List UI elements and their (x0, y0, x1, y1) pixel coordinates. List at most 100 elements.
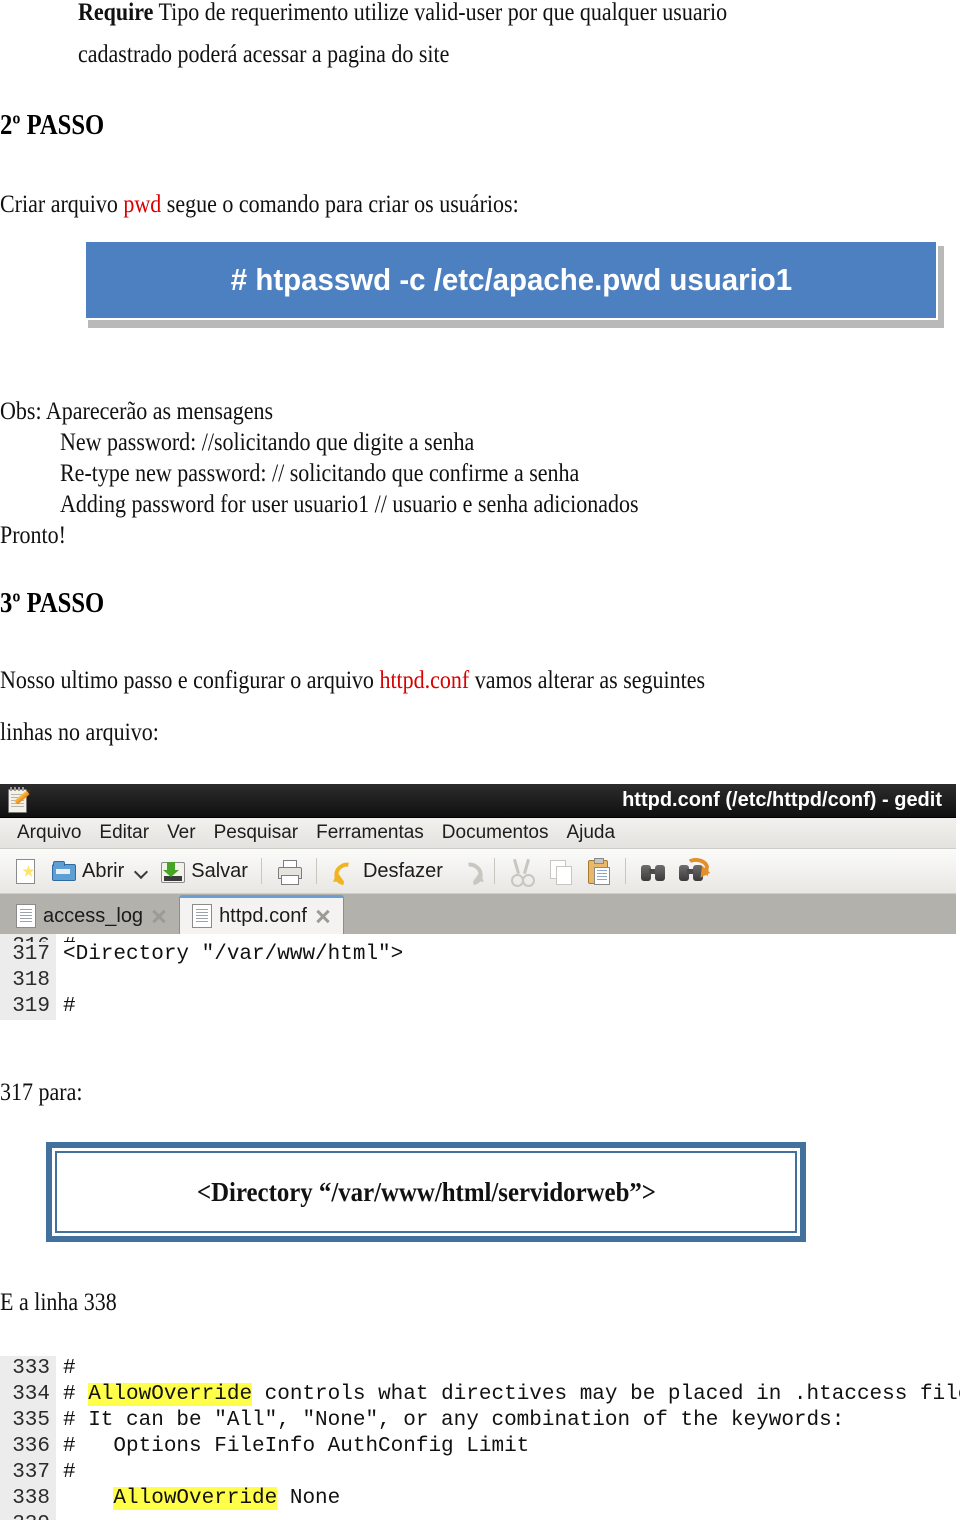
redo-button[interactable] (448, 851, 488, 891)
open-button[interactable]: Abrir (44, 851, 129, 891)
toolbar-separator (493, 858, 495, 884)
highlighted-keyword: AllowOverride (113, 1487, 278, 1510)
tab-httpd-conf[interactable]: httpd.conf (179, 895, 344, 934)
binoculars-icon (639, 857, 667, 885)
tab-access-log-label: access_log (43, 904, 144, 927)
highlighted-keyword: AllowOverride (88, 1383, 253, 1406)
criar-prefix: Criar arquivo (0, 191, 124, 218)
command-text: # htpasswd -c /etc/apache.pwd usuario1 (230, 262, 792, 297)
line-number: 335 (0, 1408, 56, 1434)
pwd-highlight: pwd (123, 191, 162, 218)
menu-pesquisar[interactable]: Pesquisar (205, 822, 308, 844)
command-banner: # htpasswd -c /etc/apache.pwd usuario1 (84, 240, 944, 328)
menu-editar[interactable]: Editar (90, 822, 158, 844)
line-number: 339 (0, 1512, 56, 1520)
replace-button[interactable] (672, 851, 711, 891)
scissors-icon (508, 857, 536, 887)
line-text: <Directory "/var/www/html"> (63, 943, 404, 966)
obs-line-2: New password: //solicitando que digite a… (60, 429, 475, 456)
menu-ajuda[interactable]: Ajuda (557, 822, 624, 844)
close-icon[interactable] (150, 908, 167, 925)
menu-documentos[interactable]: Documentos (433, 822, 558, 844)
close-icon[interactable] (314, 908, 331, 925)
tab-httpd-conf-label: httpd.conf (219, 904, 307, 927)
line-pre: # (63, 1461, 76, 1484)
command-banner-box: # htpasswd -c /etc/apache.pwd usuario1 (84, 240, 938, 320)
menu-arquivo[interactable]: Arquivo (8, 822, 90, 844)
code-line: 339 (0, 1512, 960, 1520)
nosso-prefix: Nosso ultimo passo e configurar o arquiv… (0, 667, 380, 694)
line-text: # (63, 995, 76, 1018)
paragraph-criar-arquivo: Criar arquivo pwd segue o comando para c… (0, 192, 589, 217)
gedit-title-bar: httpd.conf (/etc/httpd/conf) - gedit (0, 784, 956, 818)
paragraph-317-para: 317 para: (0, 1079, 83, 1106)
toolbar-separator (624, 858, 626, 884)
require-keyword: Require (78, 0, 154, 26)
code-line: 337 # (0, 1460, 960, 1486)
paragraph-e-a-linha: E a linha 338 (0, 1289, 117, 1316)
print-button[interactable] (270, 851, 308, 891)
tab-access-log[interactable]: access_log (4, 898, 179, 934)
save-disk-icon (158, 857, 186, 885)
paragraph-linhas-no-arquivo: linhas no arquivo: (0, 719, 159, 746)
document-page: Require Tipo de requerimento utilize val… (0, 0, 960, 1533)
find-button[interactable] (634, 851, 672, 891)
paragraph-require-line2: cadastrado poderá acessar a pagina do si… (78, 41, 450, 68)
code-line: 335 # It can be "All", "None", or any co… (0, 1408, 960, 1434)
new-document-button[interactable] (6, 851, 44, 891)
code-line: 333 # (0, 1356, 960, 1382)
heading-step-2: 2º PASSO (0, 110, 105, 141)
line-number: 318 (0, 968, 56, 994)
code-line: 334 # AllowOverride controls what direct… (0, 1382, 960, 1408)
undo-button-label: Desfazer (362, 859, 443, 882)
document-icon (192, 904, 213, 928)
obs-line-4: Adding password for user usuario1 // usu… (60, 491, 639, 518)
editor-line: 318 (0, 968, 956, 994)
httpd-conf-code-block: 333 # 334 # AllowOverride controls what … (0, 1356, 960, 1533)
line-post: None (277, 1487, 341, 1510)
redo-arrow-icon (453, 857, 488, 890)
directory-callout-box: <Directory “/var/www/html/servidorweb”> (46, 1142, 806, 1242)
editor-line: 317 <Directory "/var/www/html"> (0, 942, 956, 968)
gedit-editor-area[interactable]: 316# 317 <Directory "/var/www/html"> 318… (0, 934, 956, 1034)
copy-pages-icon (546, 857, 574, 885)
line-number: 317 (0, 942, 56, 968)
editor-line-partial: 316# (0, 934, 956, 942)
line-number: 334 (0, 1382, 56, 1408)
line-pre: # Options FileInfo AuthConfig Limit (63, 1435, 530, 1458)
line-number: 319 (0, 994, 56, 1020)
line-pre (63, 1487, 113, 1510)
nosso-suffix: vamos alterar as seguintes (469, 667, 706, 694)
save-button[interactable]: Salvar (153, 851, 253, 891)
gedit-tab-bar: access_log httpd.conf (0, 894, 956, 934)
criar-suffix: segue o comando para criar os usuários: (161, 191, 519, 218)
undo-button[interactable]: Desfazer (325, 851, 448, 891)
editor-line: 319 # (0, 994, 956, 1020)
open-folder-icon (49, 857, 77, 885)
binoculars-replace-icon (677, 856, 711, 885)
menu-ferramentas[interactable]: Ferramentas (307, 822, 433, 844)
document-icon (16, 904, 36, 928)
toolbar-separator (260, 858, 262, 884)
line-number: 337 (0, 1460, 56, 1486)
httpd-conf-highlight: httpd.conf (379, 667, 470, 694)
line-number: 338 (0, 1486, 56, 1512)
line-number: 333 (0, 1356, 56, 1382)
cut-button[interactable] (503, 851, 541, 891)
new-document-icon (11, 857, 39, 885)
directory-callout-text: <Directory “/var/www/html/servidorweb”> (196, 1176, 656, 1207)
printer-icon (275, 857, 303, 885)
open-dropdown-button[interactable] (129, 851, 153, 891)
gedit-window-title: httpd.conf (/etc/httpd/conf) - gedit (622, 789, 942, 811)
chevron-down-icon (134, 864, 148, 878)
clipboard-paste-icon (584, 857, 612, 885)
obs-line-1: Obs: Aparecerão as mensagens (0, 398, 274, 425)
menu-ver[interactable]: Ver (158, 822, 205, 844)
copy-button[interactable] (541, 851, 579, 891)
line-number: 336 (0, 1434, 56, 1460)
paste-button[interactable] (579, 851, 617, 891)
gedit-menu-bar: Arquivo Editar Ver Pesquisar Ferramentas… (0, 818, 956, 849)
paragraph-require-line1: Require Tipo de requerimento utilize val… (78, 0, 816, 25)
open-button-label: Abrir (82, 859, 125, 882)
code-line: 336 # Options FileInfo AuthConfig Limit (0, 1434, 960, 1460)
